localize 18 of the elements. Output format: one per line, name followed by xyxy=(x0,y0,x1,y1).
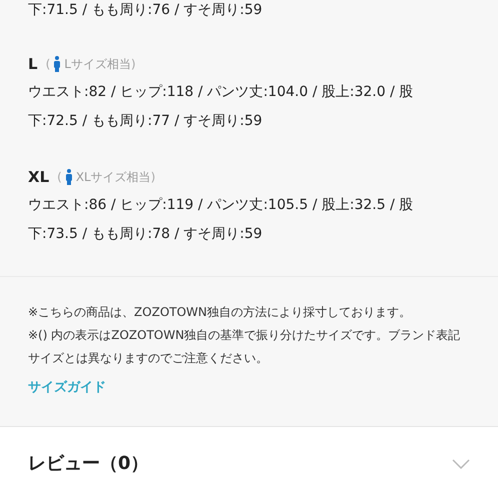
paren-text: ) xyxy=(150,169,156,186)
review-row[interactable]: レビュー（0） xyxy=(0,426,498,498)
note-text: ※こちらの商品は、ZOZOTOWN独自の方法により採寸しております。 xyxy=(28,304,412,321)
size-equivalent: XLサイズ相当 xyxy=(76,169,151,186)
measurement-text: ウエスト:86 / ヒップ:119 / パンツ丈:105.5 / 股上:32.5 / 股下:73.5 / もも周り:78 / すそ周り:59 xyxy=(28,196,414,244)
note-text: ※() 内の表示はZOZOTOWN独自の基準で振り分けたサイズです。ブランド表記サイズとは異なりますのでご注意ください。 xyxy=(28,327,462,367)
person-icon xyxy=(64,169,73,185)
paren-text: ( xyxy=(46,56,50,73)
person-icon xyxy=(53,56,62,72)
measurement-text: 下:71.5 / もも周り:76 / すそ周り:59 xyxy=(28,1,264,20)
paren-text: ) xyxy=(130,56,136,73)
size-equivalent: Lサイズ相当 xyxy=(64,56,131,73)
paren-text: ( xyxy=(57,169,62,186)
size-label: L xyxy=(28,54,38,75)
size-label: XL xyxy=(28,166,50,188)
chevron-icon xyxy=(452,458,470,468)
review-title: レビュー（0） xyxy=(28,452,149,476)
measurement-text: ウエスト:82 / ヒップ:118 / パンツ丈:104.0 / 股上:32.0 / 股下:72.5 / もも周り:77 / すそ周り:59 xyxy=(28,83,414,131)
